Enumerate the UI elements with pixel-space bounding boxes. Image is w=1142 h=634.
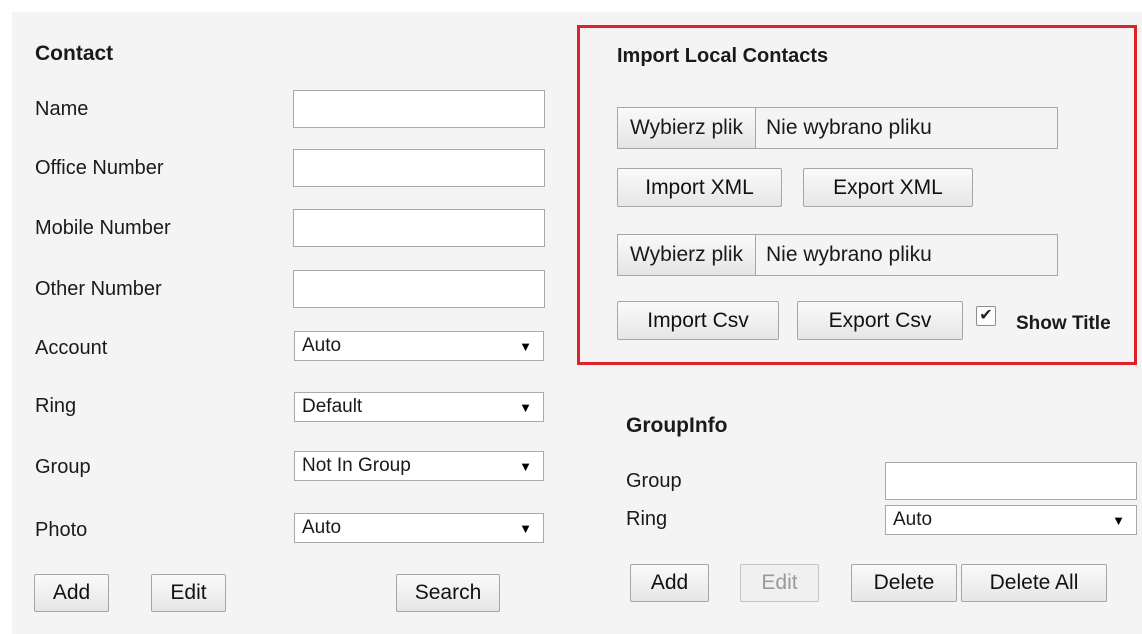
- mobile-number-label: Mobile Number: [35, 217, 171, 239]
- photo-label: Photo: [35, 519, 88, 541]
- groupinfo-group-label: Group: [626, 470, 682, 492]
- contact-search-button[interactable]: Search: [396, 574, 500, 612]
- ring-label: Ring: [35, 395, 77, 417]
- account-select[interactable]: Auto ▼: [294, 331, 544, 361]
- group-edit-button[interactable]: Edit: [740, 564, 819, 602]
- group-delete-all-button[interactable]: Delete All: [961, 564, 1107, 602]
- import-title: Import Local Contacts: [617, 45, 829, 67]
- show-title-label: Show Title: [1016, 313, 1111, 334]
- group-label: Group: [35, 456, 91, 478]
- csv-file-name: Nie wybrano pliku: [766, 243, 932, 266]
- account-label: Account: [35, 337, 108, 359]
- other-number-input[interactable]: [293, 270, 545, 308]
- import-xml-button[interactable]: Import XML: [617, 168, 782, 207]
- xml-file-picker[interactable]: Wybierz plik Nie wybrano pliku: [617, 107, 1058, 149]
- group-select-value: Not In Group: [302, 455, 411, 476]
- groupinfo-ring-select-value: Auto: [893, 509, 933, 530]
- chevron-down-icon: ▼: [519, 339, 532, 354]
- contact-edit-button[interactable]: Edit: [151, 574, 226, 612]
- account-select-value: Auto: [302, 335, 342, 356]
- office-number-label: Office Number: [35, 157, 164, 179]
- groupinfo-ring-select[interactable]: Auto ▼: [885, 505, 1137, 535]
- mobile-number-input[interactable]: [293, 209, 545, 247]
- xml-choose-file-button[interactable]: Wybierz plik: [618, 108, 756, 148]
- contact-title: Contact: [35, 42, 114, 65]
- ring-select-value: Default: [302, 396, 363, 417]
- ring-select[interactable]: Default ▼: [294, 392, 544, 422]
- export-xml-button[interactable]: Export XML: [803, 168, 973, 207]
- group-delete-button[interactable]: Delete: [851, 564, 957, 602]
- export-csv-button[interactable]: Export Csv: [797, 301, 963, 340]
- chevron-down-icon: ▼: [1112, 513, 1125, 528]
- contact-add-button[interactable]: Add: [34, 574, 109, 612]
- other-number-label: Other Number: [35, 278, 162, 300]
- group-select[interactable]: Not In Group ▼: [294, 451, 544, 481]
- import-csv-button[interactable]: Import Csv: [617, 301, 779, 340]
- show-title-checkbox[interactable]: ✔: [976, 306, 996, 326]
- photo-select[interactable]: Auto ▼: [294, 513, 544, 543]
- chevron-down-icon: ▼: [519, 459, 532, 474]
- office-number-input[interactable]: [293, 149, 545, 187]
- groupinfo-ring-label: Ring: [626, 508, 668, 530]
- name-input[interactable]: [293, 90, 545, 128]
- xml-file-name: Nie wybrano pliku: [766, 116, 932, 139]
- group-add-button[interactable]: Add: [630, 564, 709, 602]
- csv-choose-file-button[interactable]: Wybierz plik: [618, 235, 756, 275]
- groupinfo-title: GroupInfo: [626, 414, 728, 437]
- check-icon: ✔: [979, 307, 993, 324]
- photo-select-value: Auto: [302, 517, 342, 538]
- chevron-down-icon: ▼: [519, 400, 532, 415]
- chevron-down-icon: ▼: [519, 521, 532, 536]
- groupinfo-group-input[interactable]: [885, 462, 1137, 500]
- name-label: Name: [35, 98, 89, 120]
- csv-file-picker[interactable]: Wybierz plik Nie wybrano pliku: [617, 234, 1058, 276]
